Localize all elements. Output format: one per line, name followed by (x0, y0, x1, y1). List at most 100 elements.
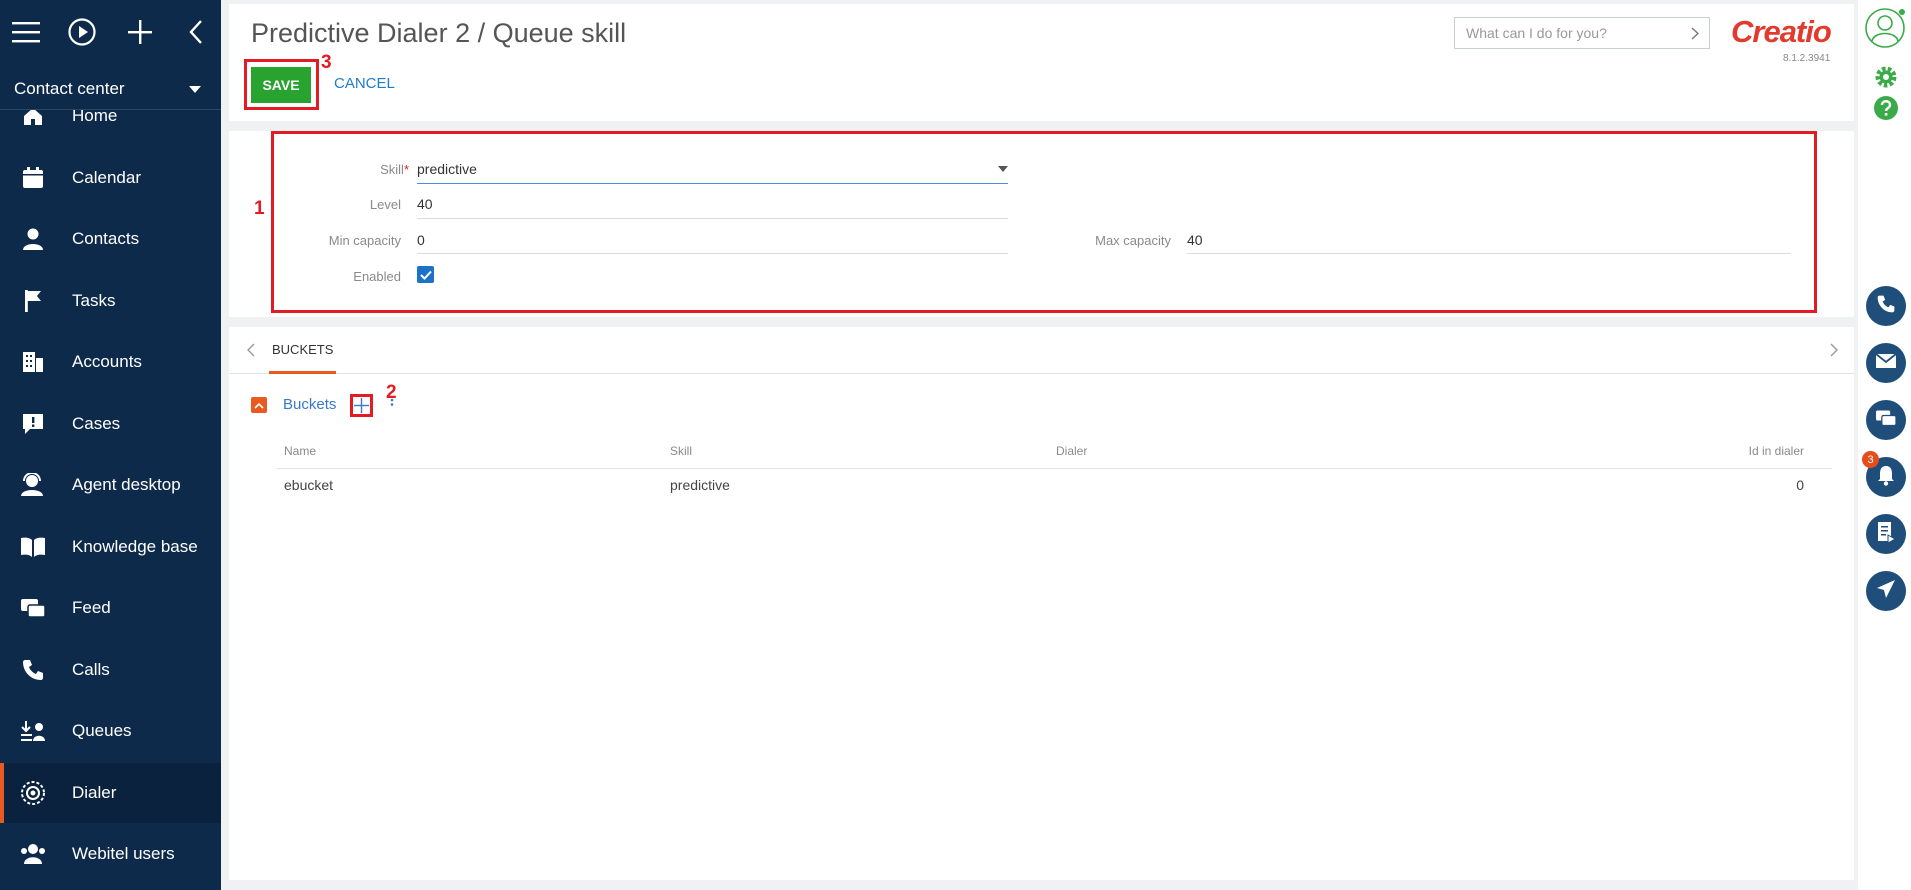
profile-avatar[interactable] (1864, 7, 1906, 49)
min-capacity-label: Min capacity (328, 233, 401, 248)
phone-icon (1876, 294, 1896, 319)
chat-icon (19, 594, 47, 622)
max-capacity-field[interactable] (1187, 253, 1791, 254)
plus-icon (354, 398, 369, 413)
help-icon[interactable] (1873, 95, 1899, 121)
document-icon (1876, 521, 1897, 548)
sidebar-item-dialer[interactable]: Dialer (0, 763, 221, 823)
max-capacity-value[interactable]: 40 (1187, 232, 1203, 248)
skill-value[interactable]: predictive (417, 161, 477, 177)
tab-buckets[interactable]: BUCKETS (269, 327, 337, 374)
email-button[interactable] (1866, 343, 1906, 383)
workspace-selector[interactable]: Contact center (0, 68, 221, 110)
tabs-scroll-right-icon[interactable] (1830, 343, 1838, 362)
notifications-button[interactable]: 3 (1862, 451, 1906, 497)
buckets-group-title[interactable]: Buckets (283, 396, 336, 413)
chat-button[interactable] (1866, 400, 1906, 440)
add-icon[interactable] (125, 14, 155, 50)
chat-icon (1875, 408, 1897, 433)
level-value[interactable]: 40 (417, 196, 433, 212)
mail-icon (1875, 352, 1897, 374)
column-header-dialer[interactable]: Dialer (1056, 444, 1087, 458)
table-header-divider (277, 468, 1832, 469)
enabled-label: Enabled (353, 269, 401, 284)
sidebar-item-label: Queues (72, 721, 132, 740)
paper-plane-icon (1876, 579, 1896, 604)
more-actions-icon[interactable] (390, 394, 394, 406)
sidebar-item-webitel-users[interactable]: Webitel users (0, 824, 221, 884)
cancel-button[interactable]: CANCEL (334, 75, 395, 92)
sidebar-nav: Home Calendar Contacts Tasks Accounts Ca… (0, 110, 221, 890)
min-capacity-value[interactable]: 0 (417, 232, 425, 248)
sidebar-item-tasks[interactable]: Tasks (0, 271, 221, 331)
cell-id-in-dialer: 0 (1796, 477, 1804, 493)
checkmark-icon (419, 270, 432, 280)
sidebar-item-label: Home (72, 110, 118, 125)
column-header-id-in-dialer[interactable]: Id in dialer (1669, 444, 1804, 458)
sidebar-item-agent-desktop[interactable]: Agent desktop (0, 455, 221, 515)
page-header: Predictive Dialer 2 / Queue skill SAVE 3… (229, 4, 1854, 121)
add-record-button[interactable] (350, 394, 373, 417)
chevron-right-icon[interactable] (1691, 27, 1700, 43)
command-search-input[interactable]: What can I do for you? (1454, 17, 1710, 49)
sidebar-item-label: Calendar (72, 168, 141, 187)
skill-label: Skill* (309, 162, 409, 177)
sidebar-toolbar (0, 0, 221, 64)
flag-icon (19, 287, 47, 315)
building-icon (19, 348, 47, 376)
document-button[interactable] (1866, 514, 1906, 554)
sidebar-item-label: Calls (72, 660, 110, 679)
contact-icon (19, 225, 47, 253)
detail-panel: BUCKETS Buckets 2 Name Skill Dialer Id i… (229, 327, 1854, 880)
sidebar-item-contacts[interactable]: Contacts (0, 209, 221, 269)
communication-panel: 3 (1858, 0, 1911, 890)
send-button[interactable] (1866, 571, 1906, 611)
sidebar-item-label: Agent desktop (72, 475, 181, 494)
highlight-box-fields (271, 131, 1817, 313)
required-marker: * (403, 162, 409, 177)
page-title: Predictive Dialer 2 / Queue skill (251, 18, 627, 48)
chevron-down-icon (189, 86, 201, 93)
process-play-icon[interactable] (67, 14, 97, 50)
sidebar-item-label: Tasks (72, 291, 116, 310)
sidebar-item-home[interactable]: Home (0, 110, 221, 146)
level-field[interactable] (417, 218, 1008, 219)
collapse-group-icon[interactable] (251, 397, 267, 413)
home-icon (19, 110, 47, 130)
case-icon (19, 410, 47, 438)
sidebar-item-label: Knowledge base (72, 537, 198, 556)
sidebar-item-feed[interactable]: Feed (0, 578, 221, 638)
collapse-sidebar-icon[interactable] (181, 14, 211, 50)
enabled-checkbox[interactable] (417, 266, 434, 283)
tabs-scroll-left-icon[interactable] (247, 343, 255, 362)
chevron-down-icon[interactable] (998, 166, 1008, 172)
sidebar-item-accounts[interactable]: Accounts (0, 332, 221, 392)
sidebar-item-label: Accounts (72, 352, 142, 371)
sidebar-item-label: Dialer (72, 783, 117, 802)
bell-icon (1876, 464, 1896, 491)
min-capacity-field[interactable] (417, 253, 1008, 254)
annotation-number-3: 3 (321, 52, 332, 73)
phone-icon (19, 656, 47, 684)
sidebar-item-label: Feed (72, 598, 111, 617)
cell-name: ebucket (284, 477, 334, 493)
sidebar-item-calls[interactable]: Calls (0, 640, 221, 700)
sidebar-item-queues[interactable]: Queues (0, 701, 221, 761)
queue-icon (19, 717, 47, 745)
sidebar-item-calendar[interactable]: Calendar (0, 148, 221, 208)
phone-call-button[interactable] (1866, 286, 1906, 326)
sidebar-item-knowledge-base[interactable]: Knowledge base (0, 517, 221, 577)
skill-label-text: Skill (380, 162, 404, 177)
column-header-name[interactable]: Name (284, 444, 316, 458)
search-placeholder: What can I do for you? (1466, 25, 1607, 41)
max-capacity-label: Max capacity (1095, 233, 1171, 248)
menu-icon[interactable] (11, 14, 41, 50)
sidebar-item-cases[interactable]: Cases (0, 394, 221, 454)
save-button[interactable]: SAVE (251, 67, 311, 103)
gear-icon[interactable] (1873, 64, 1899, 90)
annotation-number-1: 1 (254, 198, 265, 219)
column-header-skill[interactable]: Skill (670, 444, 692, 458)
cell-skill: predictive (670, 477, 730, 493)
sidebar-item-label: Webitel users (72, 844, 175, 863)
skill-field[interactable] (417, 183, 1008, 184)
